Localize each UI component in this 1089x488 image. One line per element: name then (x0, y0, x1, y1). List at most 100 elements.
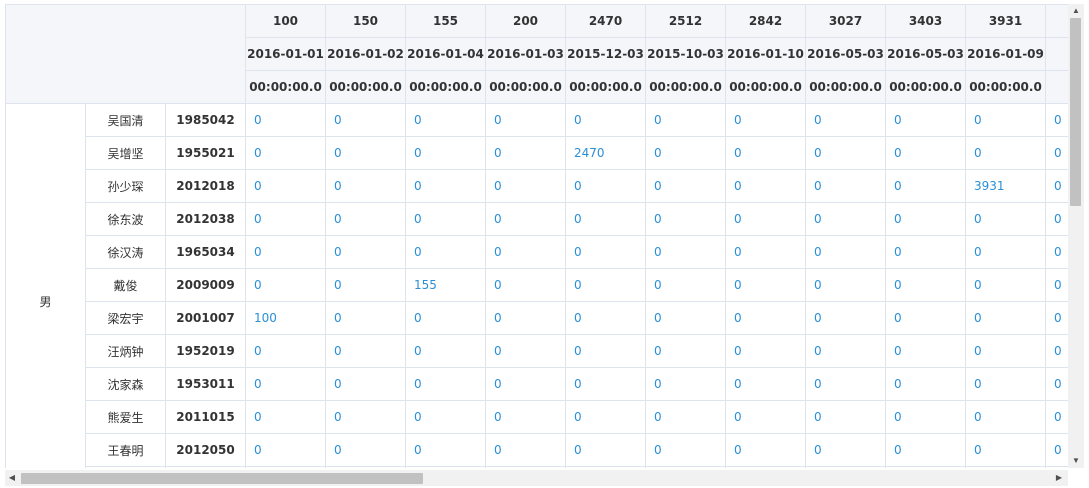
column-header-amount[interactable]: 2470 (565, 4, 647, 38)
value-cell[interactable]: 0 (485, 169, 567, 203)
value-cell[interactable]: 0 (325, 103, 407, 137)
value-cell[interactable]: 0 (325, 136, 407, 170)
value-cell[interactable]: 0 (325, 169, 407, 203)
value-cell[interactable] (1045, 466, 1068, 468)
value-cell[interactable]: 0 (325, 202, 407, 236)
value-cell[interactable]: 0 (805, 202, 887, 236)
value-cell[interactable]: 0 (325, 334, 407, 368)
value-cell[interactable] (645, 466, 727, 468)
column-header-date[interactable]: 2016-05-03 (805, 37, 887, 71)
value-cell[interactable]: 0 (1045, 400, 1068, 434)
value-cell[interactable]: 0 (245, 367, 327, 401)
value-cell[interactable] (245, 466, 327, 468)
value-cell[interactable]: 0 (565, 367, 647, 401)
value-cell[interactable]: 0 (725, 301, 807, 335)
value-cell[interactable]: 0 (885, 367, 967, 401)
value-cell[interactable]: 0 (1045, 235, 1068, 269)
value-cell[interactable] (885, 466, 967, 468)
value-cell[interactable]: 0 (645, 367, 727, 401)
value-cell[interactable]: 0 (1045, 202, 1068, 236)
value-cell[interactable]: 0 (725, 136, 807, 170)
column-header-amount[interactable]: 3027 (805, 4, 887, 38)
value-cell[interactable]: 0 (325, 235, 407, 269)
value-cell[interactable]: 0 (245, 235, 327, 269)
value-cell[interactable]: 0 (885, 433, 967, 467)
vertical-scroll-thumb[interactable] (1070, 18, 1081, 206)
value-cell[interactable]: 0 (965, 433, 1047, 467)
value-cell[interactable]: 0 (805, 268, 887, 302)
value-cell[interactable]: 2470 (565, 136, 647, 170)
value-cell[interactable]: 0 (885, 268, 967, 302)
value-cell[interactable]: 0 (965, 301, 1047, 335)
value-cell[interactable]: 0 (565, 433, 647, 467)
column-header-amount[interactable]: 100 (245, 4, 327, 38)
value-cell[interactable]: 0 (325, 367, 407, 401)
value-cell[interactable]: 0 (1045, 301, 1068, 335)
horizontal-scrollbar[interactable]: ◀ ▶ (5, 470, 1068, 486)
value-cell[interactable] (405, 466, 487, 468)
column-header-amount[interactable]: 155 (405, 4, 487, 38)
value-cell[interactable]: 0 (805, 334, 887, 368)
value-cell[interactable]: 0 (725, 169, 807, 203)
value-cell[interactable]: 0 (645, 169, 727, 203)
value-cell[interactable]: 0 (645, 136, 727, 170)
vertical-scrollbar[interactable]: ▲ ▼ (1068, 4, 1084, 468)
value-cell[interactable]: 155 (405, 268, 487, 302)
horizontal-scroll-thumb[interactable] (21, 473, 423, 484)
value-cell[interactable]: 0 (405, 301, 487, 335)
value-cell[interactable]: 0 (405, 136, 487, 170)
column-header-time[interactable]: 00:00:00.0 (325, 70, 407, 104)
value-cell[interactable]: 3931 (965, 169, 1047, 203)
scroll-up-arrow-icon[interactable]: ▲ (1068, 4, 1084, 18)
value-cell[interactable]: 0 (405, 169, 487, 203)
value-cell[interactable]: 0 (805, 367, 887, 401)
value-cell[interactable]: 0 (485, 103, 567, 137)
value-cell[interactable]: 0 (405, 103, 487, 137)
value-cell[interactable]: 0 (885, 334, 967, 368)
value-cell[interactable]: 0 (565, 400, 647, 434)
value-cell[interactable]: 0 (725, 202, 807, 236)
value-cell[interactable]: 0 (485, 367, 567, 401)
column-header-date[interactable]: 2016-01-01 (245, 37, 327, 71)
value-cell[interactable]: 0 (245, 169, 327, 203)
column-header-time[interactable]: 00:00:00.0 (565, 70, 647, 104)
value-cell[interactable]: 0 (805, 433, 887, 467)
scroll-left-arrow-icon[interactable]: ◀ (5, 470, 19, 486)
column-header-time[interactable]: 00:00:00.0 (405, 70, 487, 104)
value-cell[interactable] (565, 466, 647, 468)
value-cell[interactable]: 0 (325, 301, 407, 335)
column-header-date[interactable]: 2016-01-09 (965, 37, 1047, 71)
value-cell[interactable] (325, 466, 407, 468)
value-cell[interactable]: 0 (725, 367, 807, 401)
value-cell[interactable]: 0 (805, 301, 887, 335)
value-cell[interactable]: 0 (405, 202, 487, 236)
value-cell[interactable]: 0 (485, 268, 567, 302)
column-header-time[interactable]: 00:00:00.0 (805, 70, 887, 104)
column-header-amount[interactable]: 200 (485, 4, 567, 38)
value-cell[interactable]: 0 (965, 334, 1047, 368)
value-cell[interactable]: 0 (485, 400, 567, 434)
value-cell[interactable]: 0 (885, 400, 967, 434)
value-cell[interactable]: 0 (405, 433, 487, 467)
value-cell[interactable]: 0 (485, 334, 567, 368)
value-cell[interactable]: 0 (1045, 433, 1068, 467)
value-cell[interactable]: 0 (965, 268, 1047, 302)
value-cell[interactable]: 0 (1045, 103, 1068, 137)
column-header-amount[interactable]: 150 (325, 4, 407, 38)
value-cell[interactable]: 0 (965, 400, 1047, 434)
column-header-amount[interactable]: 2512 (645, 4, 727, 38)
value-cell[interactable]: 0 (645, 301, 727, 335)
value-cell[interactable]: 0 (565, 103, 647, 137)
value-cell[interactable]: 0 (965, 235, 1047, 269)
value-cell[interactable]: 0 (805, 169, 887, 203)
value-cell[interactable]: 0 (245, 202, 327, 236)
value-cell[interactable] (725, 466, 807, 468)
column-header-date[interactable]: 2016-01-02 (325, 37, 407, 71)
value-cell[interactable]: 0 (965, 103, 1047, 137)
column-header-time[interactable]: 00:00:00.0 (885, 70, 967, 104)
value-cell[interactable]: 0 (645, 334, 727, 368)
scroll-down-arrow-icon[interactable]: ▼ (1068, 454, 1084, 468)
value-cell[interactable]: 0 (1045, 268, 1068, 302)
value-cell[interactable]: 0 (805, 136, 887, 170)
value-cell[interactable]: 0 (565, 301, 647, 335)
